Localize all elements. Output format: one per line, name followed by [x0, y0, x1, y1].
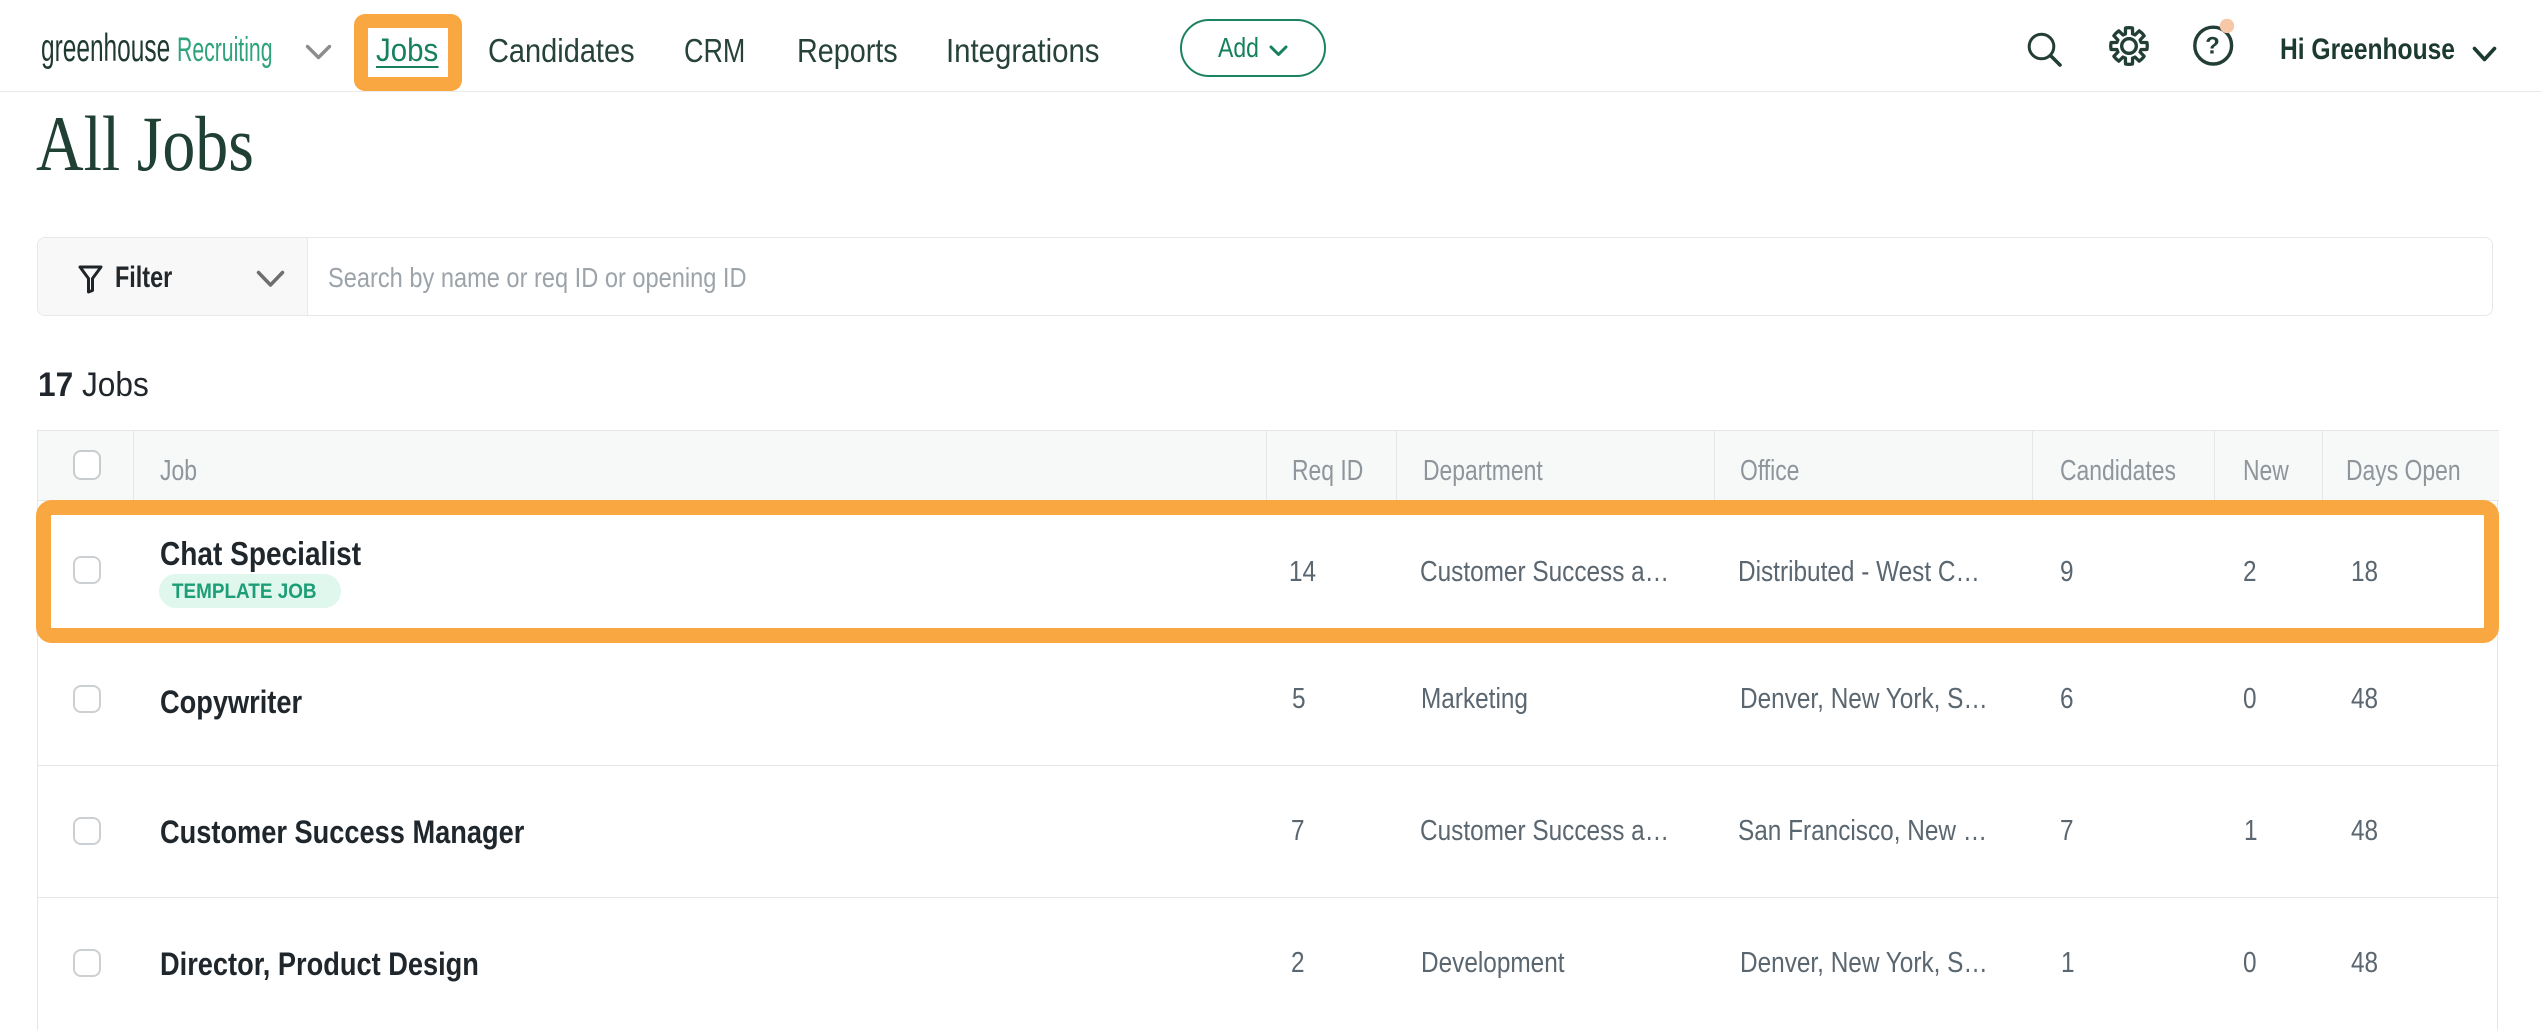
svg-text:?: ?: [2205, 33, 2220, 60]
